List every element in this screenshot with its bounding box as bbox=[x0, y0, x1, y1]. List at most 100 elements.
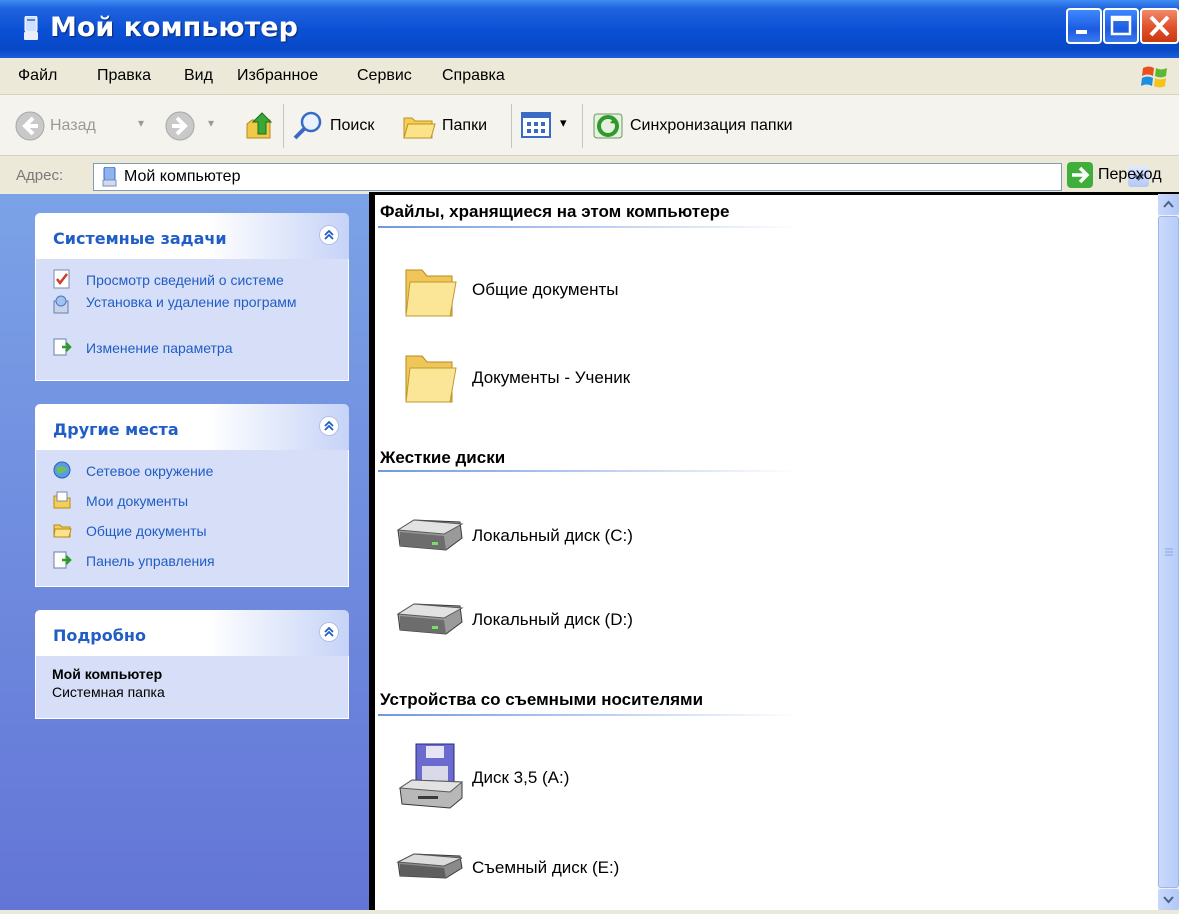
removable-disk-icon bbox=[396, 853, 463, 879]
menu-view[interactable]: Вид bbox=[184, 67, 213, 85]
group-title-removable: Устройства со съемными носителями bbox=[380, 690, 704, 709]
views-icon bbox=[521, 112, 551, 138]
windows-logo-icon bbox=[1141, 66, 1167, 88]
collapse-chevron-icon[interactable] bbox=[319, 416, 339, 436]
item-label: Локальный диск (D:) bbox=[472, 610, 633, 629]
link-network-places[interactable]: Сетевое окружение bbox=[86, 462, 213, 480]
hard-disk-icon bbox=[396, 603, 464, 635]
system-tasks-header[interactable]: Системные задачи bbox=[35, 213, 349, 259]
item-local-disk-d[interactable]: Локальный диск (D:) bbox=[394, 596, 714, 644]
group-title-hard-disks: Жесткие диски bbox=[380, 448, 506, 467]
toolbar-separator bbox=[582, 104, 583, 148]
system-info-icon bbox=[53, 269, 70, 289]
item-floppy-a[interactable]: Диск 3,5 (A:) bbox=[394, 742, 714, 816]
chevron-down-icon bbox=[1163, 896, 1174, 904]
scroll-up-button[interactable] bbox=[1158, 194, 1179, 215]
group-title-files: Файлы, хранящиеся на этом компьютере bbox=[380, 202, 730, 221]
collapse-chevron-icon[interactable] bbox=[319, 622, 339, 642]
folder-icon bbox=[405, 269, 457, 317]
title-bar[interactable]: Мой компьютер bbox=[0, 0, 1179, 58]
go-label: Переход bbox=[1098, 166, 1162, 183]
link-my-documents[interactable]: Мои документы bbox=[86, 492, 188, 510]
content-top-border bbox=[369, 192, 1179, 195]
group-divider bbox=[378, 470, 798, 472]
scroll-thumb[interactable] bbox=[1158, 216, 1179, 888]
network-places-icon bbox=[53, 461, 71, 479]
maximize-button[interactable] bbox=[1103, 8, 1139, 44]
item-local-disk-c[interactable]: Локальный диск (C:) bbox=[394, 512, 714, 560]
toolbar-separator bbox=[283, 104, 284, 148]
sync-folder-button[interactable]: Синхронизация папки bbox=[592, 108, 832, 144]
folders-label: Папки bbox=[442, 117, 487, 134]
sync-label: Синхронизация папки bbox=[630, 117, 793, 134]
my-computer-icon bbox=[102, 167, 117, 187]
item-removable-e[interactable]: Съемный диск (E:) bbox=[394, 848, 714, 888]
sync-icon bbox=[593, 113, 623, 139]
details-panel: Подробно Мой компьютер Системная папка bbox=[35, 610, 349, 719]
forward-arrow-icon bbox=[165, 111, 195, 141]
my-documents-icon bbox=[53, 491, 71, 509]
group-divider bbox=[378, 226, 798, 228]
menu-bar: Файл Правка Вид Избранное Сервис Справка bbox=[0, 58, 1179, 95]
menu-help[interactable]: Справка bbox=[442, 67, 505, 85]
menu-edit[interactable]: Правка bbox=[97, 67, 151, 85]
menu-file[interactable]: Файл bbox=[18, 67, 57, 85]
close-button[interactable] bbox=[1140, 8, 1179, 44]
system-tasks-title: Системные задачи bbox=[53, 229, 227, 248]
views-button[interactable]: ▾ bbox=[520, 110, 576, 142]
go-button[interactable]: Переход bbox=[1066, 161, 1178, 191]
toolbar-separator bbox=[511, 104, 512, 148]
collapse-chevron-icon[interactable] bbox=[319, 225, 339, 245]
address-bar: Адрес: Мой компьютер Переход bbox=[0, 156, 1179, 194]
address-value: Мой компьютер bbox=[124, 168, 241, 185]
my-computer-icon bbox=[24, 16, 38, 40]
search-label: Поиск bbox=[330, 117, 375, 134]
item-label: Съемный диск (E:) bbox=[472, 858, 620, 877]
link-add-remove-programs[interactable]: Установка и удаление программ bbox=[86, 293, 306, 311]
details-header[interactable]: Подробно bbox=[35, 610, 349, 656]
back-label: Назад bbox=[50, 117, 96, 134]
window-title: Мой компьютер bbox=[50, 12, 298, 43]
details-title: Подробно bbox=[53, 626, 146, 645]
item-user-documents[interactable]: Документы - Ученик bbox=[398, 346, 698, 410]
link-view-system-info[interactable]: Просмотр сведений о системе bbox=[86, 271, 284, 289]
link-control-panel[interactable]: Панель управления bbox=[86, 552, 215, 570]
item-label: Общие документы bbox=[472, 280, 619, 299]
other-places-header[interactable]: Другие места bbox=[35, 404, 349, 450]
maximize-icon bbox=[1110, 15, 1132, 36]
search-button[interactable]: Поиск bbox=[292, 108, 392, 144]
folders-icon bbox=[403, 117, 436, 139]
menu-favorites[interactable]: Избранное bbox=[237, 67, 318, 85]
control-panel-icon bbox=[53, 338, 72, 356]
scroll-down-button[interactable] bbox=[1158, 889, 1179, 910]
go-arrow-icon bbox=[1067, 162, 1093, 188]
back-dropdown-icon: ▾ bbox=[138, 116, 145, 130]
menu-tools[interactable]: Сервис bbox=[357, 67, 412, 85]
details-item-type: Системная папка bbox=[52, 684, 165, 700]
back-arrow-icon bbox=[15, 111, 45, 141]
forward-dropdown-icon: ▾ bbox=[208, 116, 215, 130]
forward-button[interactable]: ▾ bbox=[164, 108, 234, 144]
item-label: Документы - Ученик bbox=[472, 368, 631, 387]
item-label: Локальный диск (C:) bbox=[472, 526, 633, 545]
hard-disk-icon bbox=[396, 519, 464, 551]
address-input[interactable]: Мой компьютер bbox=[93, 163, 1149, 191]
control-panel-icon bbox=[53, 551, 72, 569]
folders-button[interactable]: Папки bbox=[402, 108, 502, 144]
content-left-border bbox=[369, 192, 375, 910]
link-change-setting[interactable]: Изменение параметра bbox=[86, 339, 233, 357]
vertical-scrollbar[interactable] bbox=[1158, 194, 1179, 910]
minimize-button[interactable] bbox=[1066, 8, 1102, 44]
other-places-panel: Другие места Сетевое окружение Мои докум… bbox=[35, 404, 349, 587]
grip-icon bbox=[1165, 548, 1173, 556]
other-places-title: Другие места bbox=[53, 420, 179, 439]
link-shared-documents[interactable]: Общие документы bbox=[86, 522, 207, 540]
up-folder-icon[interactable] bbox=[244, 110, 274, 142]
group-divider bbox=[378, 714, 798, 716]
chevron-up-icon bbox=[1163, 200, 1174, 208]
details-item-name: Мой компьютер bbox=[52, 666, 163, 682]
address-label: Адрес: bbox=[16, 167, 64, 184]
back-button[interactable]: Назад ▾ bbox=[14, 108, 164, 144]
add-remove-programs-icon bbox=[53, 295, 69, 314]
item-shared-documents[interactable]: Общие документы bbox=[398, 260, 698, 324]
